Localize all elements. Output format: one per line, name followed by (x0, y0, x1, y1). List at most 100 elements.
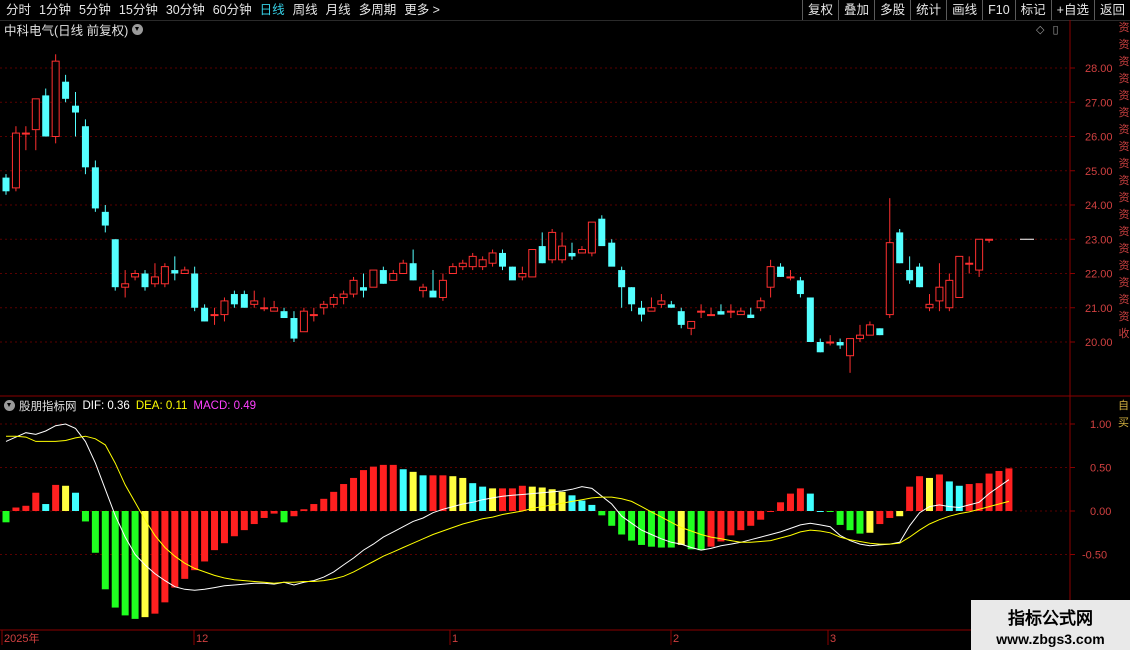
macd-bar (161, 511, 169, 603)
macd-bar (538, 487, 546, 511)
tab-7[interactable]: 周线 (289, 0, 322, 20)
candle-body-up (349, 279, 358, 295)
candle-body-down (806, 297, 814, 342)
toolbar-button-3[interactable]: 统计 (910, 0, 946, 20)
macd-bar (945, 481, 953, 511)
diamond-icon[interactable]: ◇ (1036, 23, 1044, 36)
right-strip-char: 资 (1118, 107, 1130, 119)
macd-bar (459, 477, 467, 511)
right-strip-char: 资 (1118, 209, 1130, 221)
right-strip-char: 资 (1118, 141, 1130, 153)
candle-body-up (131, 273, 140, 278)
right-strip-char: 资 (1118, 124, 1130, 136)
candle-body-down (667, 304, 675, 308)
right-strip-char: 资 (1118, 311, 1130, 323)
indicator-dropdown-icon[interactable] (4, 400, 15, 411)
macd-bar (111, 511, 119, 608)
candle-body-down (618, 270, 626, 288)
macd-bar (280, 511, 288, 523)
toolbar-button-0[interactable]: 复权 (802, 0, 838, 20)
toolbar-button-8[interactable]: 返回 (1093, 0, 1130, 20)
macd-bar (1005, 468, 1013, 511)
macd-bar (310, 504, 318, 511)
macd-bar (618, 511, 626, 535)
tab-8[interactable]: 月线 (322, 0, 355, 20)
macd-bar (985, 473, 993, 511)
macd-bar (479, 486, 487, 511)
toolbar-button-1[interactable]: 叠加 (838, 0, 874, 20)
candle-body-up (697, 310, 706, 313)
macd-tick-label: 0.50 (1090, 463, 1111, 475)
candle-body-up (587, 221, 596, 254)
candle-body-down (2, 177, 10, 192)
macd-bar (419, 475, 427, 511)
dif-value: DIF: 0.36 (82, 399, 130, 412)
tab-3[interactable]: 15分钟 (115, 0, 162, 20)
time-label: 1 (452, 633, 458, 645)
macd-bar (12, 507, 20, 511)
macd-bar (628, 511, 636, 541)
macd-bar (499, 488, 506, 511)
candle-body-up (478, 259, 487, 268)
toolbar-button-7[interactable]: +自选 (1050, 0, 1094, 20)
right-strip-char: 资 (1118, 158, 1130, 170)
kline-chart: 28.0027.0026.0025.0024.0023.0022.0021.00… (0, 20, 1130, 650)
candle-body-down (677, 311, 685, 325)
macd-bar (62, 485, 70, 511)
candle-body-down (916, 266, 924, 288)
macd-bar (181, 511, 189, 579)
macd-bar (81, 511, 89, 522)
right-side-panel: 资资资资资资资资资资资资资资资资资资收自买 (1118, 20, 1130, 429)
macd-bar (340, 484, 348, 511)
macd-bar (131, 511, 139, 619)
macd-bar (449, 476, 457, 511)
candle-body-down (638, 307, 646, 315)
macd-bar (856, 511, 864, 534)
tab-10[interactable]: 更多 > (400, 0, 444, 20)
candle-body-up (885, 242, 894, 316)
right-strip-char: 资 (1118, 243, 1130, 255)
tab-5[interactable]: 60分钟 (209, 0, 256, 20)
candle-body-up (945, 279, 954, 309)
candle-body-up (250, 300, 259, 305)
candle-body-up (766, 266, 775, 288)
macd-bar (757, 511, 765, 520)
candle-body-down (72, 105, 80, 113)
candle-body-down (111, 239, 119, 288)
price-tick-label: 27.00 (1085, 97, 1113, 109)
macd-bar (826, 511, 834, 512)
tab-0[interactable]: 分时 (2, 0, 35, 20)
macd-bar (250, 511, 258, 525)
candle-body-down (191, 273, 199, 308)
macd-tick-label: 0.00 (1090, 506, 1111, 518)
macd-bar (836, 511, 844, 525)
toolbar-button-4[interactable]: 画线 (946, 0, 982, 20)
candle-body-down (538, 246, 546, 264)
macd-bar (508, 488, 516, 511)
tab-4[interactable]: 30分钟 (162, 0, 209, 20)
candle-body-down (101, 211, 109, 226)
price-tick-label: 20.00 (1085, 337, 1113, 349)
toolbar-button-5[interactable]: F10 (982, 0, 1015, 20)
tab-1[interactable]: 1分钟 (35, 0, 75, 20)
right-strip-char: 买 (1118, 417, 1129, 429)
macd-bar (786, 493, 794, 511)
macd-bar (846, 511, 854, 531)
tab-9[interactable]: 多周期 (355, 0, 401, 20)
title-dropdown-icon[interactable] (132, 24, 144, 35)
time-label: 2 (673, 633, 679, 645)
right-strip-char: 资 (1118, 226, 1130, 238)
price-tick-label: 26.00 (1085, 132, 1113, 144)
candle-body-up (309, 314, 318, 317)
candle-body-down (409, 263, 417, 281)
macd-bar (42, 504, 50, 511)
toolbar-button-6[interactable]: 标记 (1014, 0, 1051, 20)
watermark-title: 指标公式网 (1008, 609, 1093, 628)
candle-body-down (230, 294, 238, 305)
window-icon[interactable]: ▯ (1052, 23, 1058, 36)
candle-body-up (528, 249, 537, 278)
toolbar-button-2[interactable]: 多股 (874, 0, 910, 20)
tab-2[interactable]: 5分钟 (75, 0, 115, 20)
candle-body-down (240, 294, 248, 308)
tab-6[interactable]: 日线 (256, 0, 289, 20)
